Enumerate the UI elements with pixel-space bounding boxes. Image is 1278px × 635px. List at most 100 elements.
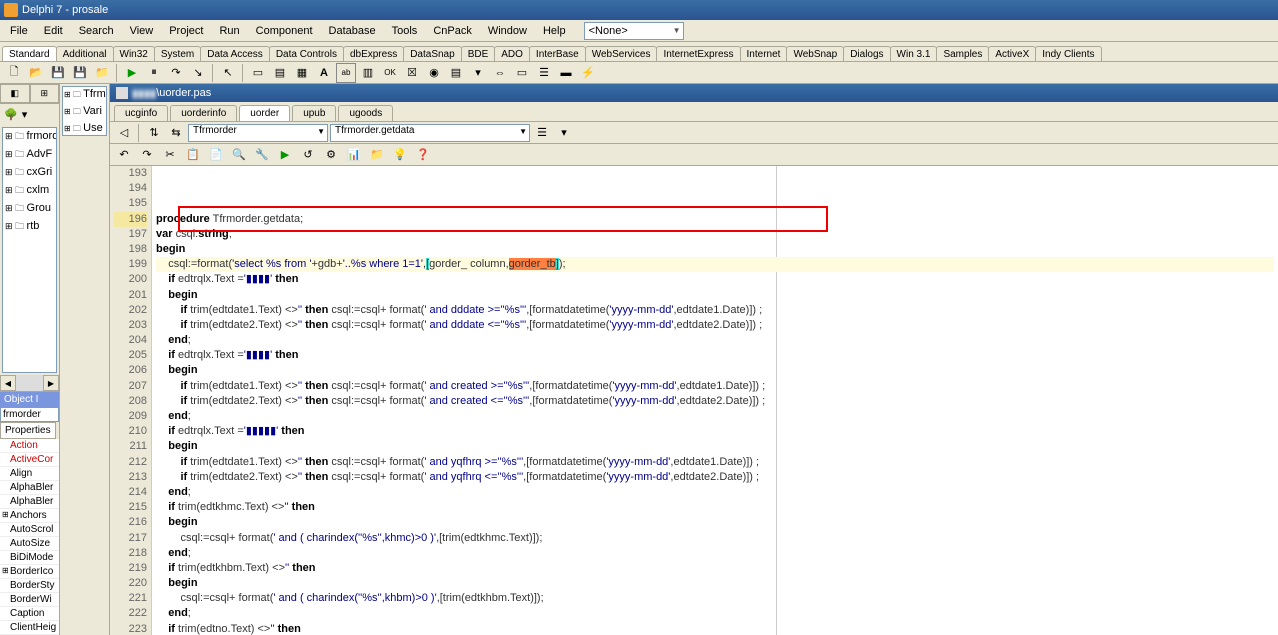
menu-help[interactable]: Help <box>535 23 574 39</box>
palette-tab-standard[interactable]: Standard <box>2 46 57 61</box>
editor-tab-ucginfo[interactable]: ucginfo <box>114 105 168 121</box>
code-line[interactable]: if trim(edtkhmc.Text) <>'' then <box>156 500 1274 515</box>
code-line[interactable]: csql:=csql+ format(' and ( charindex(''%… <box>156 531 1274 546</box>
panel-tab-1[interactable]: ◧ <box>0 84 30 103</box>
nav2-icon[interactable]: ⇆ <box>166 123 186 143</box>
code-line[interactable]: begin <box>156 515 1274 530</box>
tree-item[interactable]: cxGri <box>3 164 56 182</box>
panel-tab-2[interactable]: ⊞ <box>30 84 60 103</box>
editor-tab-upub[interactable]: upub <box>292 105 336 121</box>
comp-edit-icon[interactable]: ab <box>336 63 356 83</box>
filter-icon[interactable]: ▾ <box>22 108 28 121</box>
editor-tab-uorderinfo[interactable]: uorderinfo <box>170 105 237 121</box>
code-line[interactable]: if edtrqlx.Text ='▮▮▮▮▮' then <box>156 424 1274 439</box>
code-line[interactable]: begin <box>156 363 1274 378</box>
tb-icon[interactable]: 📄 <box>206 145 226 165</box>
menu-edit[interactable]: Edit <box>36 23 71 39</box>
property-row[interactable]: ClientHeig <box>0 621 59 635</box>
menu-run[interactable]: Run <box>211 23 247 39</box>
palette-tab-interbase[interactable]: InterBase <box>529 46 586 61</box>
code-line[interactable]: begin <box>156 242 1274 257</box>
comp-radiogroup-icon[interactable]: ☰ <box>534 63 554 83</box>
property-row[interactable]: Action <box>0 439 59 453</box>
back-icon[interactable]: ◁ <box>114 123 134 143</box>
tree-item[interactable]: rtb <box>3 218 56 236</box>
open-project-icon[interactable]: 📁 <box>92 63 112 83</box>
palette-tab-internetexpress[interactable]: InternetExpress <box>656 46 740 61</box>
property-row[interactable]: Align <box>0 467 59 481</box>
property-row[interactable]: AlphaBler <box>0 495 59 509</box>
palette-tab-win32[interactable]: Win32 <box>113 46 155 61</box>
new-icon[interactable]: 🗋 <box>4 63 24 83</box>
palette-tab-webservices[interactable]: WebServices <box>585 46 658 61</box>
run-icon[interactable]: ▶ <box>122 63 142 83</box>
tb-icon[interactable]: 📊 <box>344 145 364 165</box>
stepover-icon[interactable]: ↷ <box>166 63 186 83</box>
property-row[interactable]: BiDiMode <box>0 551 59 565</box>
menu-database[interactable]: Database <box>321 23 384 39</box>
comp-popup-icon[interactable]: ▦ <box>292 63 312 83</box>
palette-tab-activex[interactable]: ActiveX <box>988 46 1036 61</box>
tb-icon[interactable]: ✂ <box>160 145 180 165</box>
palette-tab-bde[interactable]: BDE <box>461 46 496 61</box>
method-combo[interactable]: Tfrmorder.getdata <box>330 124 530 142</box>
save-icon[interactable]: 💾 <box>48 63 68 83</box>
menu-window[interactable]: Window <box>480 23 535 39</box>
palette-tab-dialogs[interactable]: Dialogs <box>843 46 890 61</box>
code-line[interactable]: if trim(edtdate2.Text) <>'' then csql:=c… <box>156 318 1274 333</box>
comp-radio-icon[interactable]: ◉ <box>424 63 444 83</box>
menu-file[interactable]: File <box>2 23 36 39</box>
tb-icon[interactable]: ↺ <box>298 145 318 165</box>
code-line[interactable]: end; <box>156 485 1274 500</box>
tb-icon[interactable]: ⚙ <box>321 145 341 165</box>
class-combo[interactable]: Tfrmorder <box>188 124 328 142</box>
nav-icon[interactable]: ⇅ <box>144 123 164 143</box>
comp-menu-icon[interactable]: ▤ <box>270 63 290 83</box>
palette-tab-websnap[interactable]: WebSnap <box>786 46 844 61</box>
tb-icon[interactable]: ↶ <box>114 145 134 165</box>
list-icon[interactable]: ☰ <box>532 123 552 143</box>
property-row[interactable]: Caption <box>0 607 59 621</box>
code-line[interactable]: begin <box>156 576 1274 591</box>
dropdown-icon[interactable]: ▾ <box>554 123 574 143</box>
structure-item[interactable]: Vari <box>63 104 106 121</box>
palette-tab-system[interactable]: System <box>154 46 201 61</box>
structure-item[interactable]: Use <box>63 121 106 138</box>
tree-item[interactable]: Grou <box>3 200 56 218</box>
editor-tab-uorder[interactable]: uorder <box>239 105 290 121</box>
comp-groupbox-icon[interactable]: ▭ <box>512 63 532 83</box>
menu-project[interactable]: Project <box>161 23 211 39</box>
pause-icon[interactable]: ⏸ <box>144 63 164 83</box>
property-row[interactable]: BorderIco <box>0 565 59 579</box>
property-row[interactable]: AlphaBler <box>0 481 59 495</box>
comp-label-icon[interactable]: A <box>314 63 334 83</box>
tb-icon[interactable]: ❓ <box>413 145 433 165</box>
palette-tab-ado[interactable]: ADO <box>494 46 530 61</box>
properties-tab[interactable]: Properties <box>0 422 56 439</box>
scroll-right-icon[interactable]: ▶ <box>43 375 59 391</box>
editor-tab-ugoods[interactable]: ugoods <box>338 105 393 121</box>
comp-listbox-icon[interactable]: ▤ <box>446 63 466 83</box>
menu-component[interactable]: Component <box>248 23 321 39</box>
palette-tab-samples[interactable]: Samples <box>936 46 989 61</box>
project-tree[interactable]: frmorderAdvFcxGricxlmGrourtb <box>2 127 57 373</box>
code-line[interactable]: if trim(edtdate2.Text) <>'' then csql:=c… <box>156 394 1274 409</box>
scroll-left-icon[interactable]: ◀ <box>0 375 16 391</box>
comp-button-icon[interactable]: OK <box>380 63 400 83</box>
tb-icon[interactable]: ↷ <box>137 145 157 165</box>
comp-checkbox-icon[interactable]: ☒ <box>402 63 422 83</box>
code-line[interactable]: end; <box>156 546 1274 561</box>
tree-item[interactable]: cxlm <box>3 182 56 200</box>
palette-tab-dbexpress[interactable]: dbExpress <box>343 46 404 61</box>
code-line[interactable]: if trim(edtdate1.Text) <>'' then csql:=c… <box>156 379 1274 394</box>
palette-tab-indy-clients[interactable]: Indy Clients <box>1035 46 1101 61</box>
palette-tab-internet[interactable]: Internet <box>740 46 788 61</box>
saveall-icon[interactable]: 💾 <box>70 63 90 83</box>
tree-icon[interactable]: 🌳 <box>4 108 18 121</box>
code-line[interactable]: begin <box>156 439 1274 454</box>
code-line[interactable]: csql:=csql+ format(' and ( charindex(''%… <box>156 591 1274 606</box>
tb-icon[interactable]: 🔧 <box>252 145 272 165</box>
comp-actionlist-icon[interactable]: ⚡ <box>578 63 598 83</box>
palette-tab-data-access[interactable]: Data Access <box>200 46 270 61</box>
palette-tab-datasnap[interactable]: DataSnap <box>403 46 461 61</box>
